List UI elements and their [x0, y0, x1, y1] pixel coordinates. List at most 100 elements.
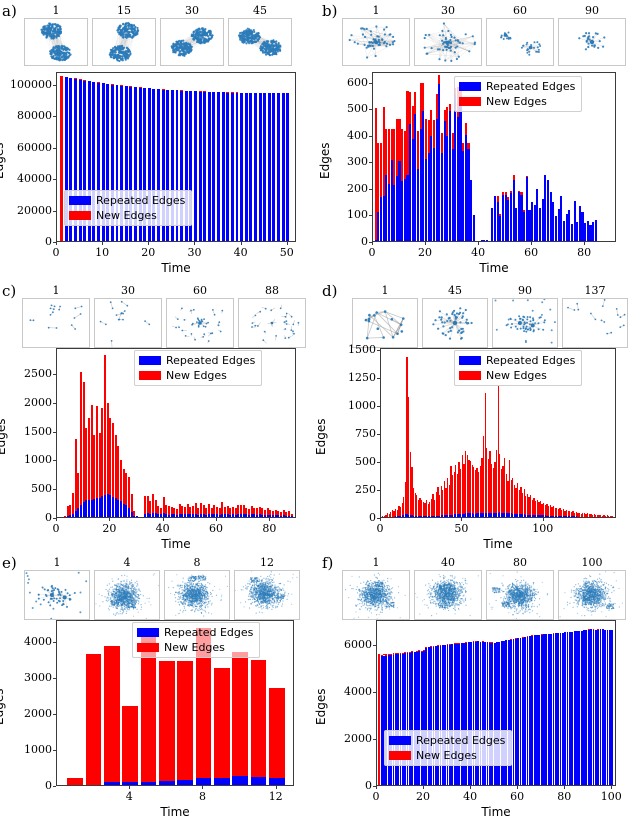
legend-item-repeated-edges: Repeated Edges: [69, 194, 185, 207]
y-axis-tickmark: [53, 678, 56, 679]
legend-item-new-edges: New Edges: [459, 369, 575, 382]
y-axis-tick-label: 1500: [8, 425, 52, 438]
x-axis-tickmark: [470, 786, 471, 789]
legend-label: New Edges: [486, 369, 547, 382]
x-axis-tickmark: [56, 242, 57, 245]
x-axis-tick-label: 0: [352, 246, 392, 259]
y-axis-tick-label: 250: [328, 483, 376, 496]
y-axis-title: Edges: [0, 419, 8, 455]
y-axis-tick-label: 0: [6, 779, 52, 792]
y-axis-title: Edges: [314, 419, 328, 455]
bar: [249, 93, 252, 241]
bar-segment-new-edges: [438, 75, 440, 84]
bar-segment-new-edges: [122, 706, 138, 783]
legend-item-new-edges: New Edges: [69, 209, 185, 222]
y-axis-tick-label: 1250: [328, 371, 376, 384]
bar-segment-repeated-edges: [196, 778, 212, 785]
panel-d: d)145901370250500750100012501500050100Ti…: [320, 280, 640, 552]
x-axis-tickmark: [461, 518, 462, 521]
bar: [268, 93, 271, 241]
bar-segment-new-edges: [422, 83, 424, 111]
y-axis-tick-label: 300: [332, 155, 368, 168]
x-axis-tick-label: 40: [143, 522, 183, 535]
bar: [203, 91, 206, 241]
chart-d: 0250500750100012501500050100TimeEdgesRep…: [320, 280, 640, 552]
bar: [245, 93, 248, 241]
y-axis-tick-label: 2000: [6, 707, 52, 720]
x-axis-tickmark: [202, 786, 203, 789]
legend-label: Repeated Edges: [486, 354, 575, 367]
bar-segment-repeated-edges: [203, 92, 206, 241]
x-axis-tickmark: [372, 242, 373, 245]
y-axis-tickmark: [377, 350, 380, 351]
bar: [199, 91, 202, 241]
bar: [263, 93, 266, 241]
chart-b: 0100200300400500600020406080TimeEdgesRep…: [320, 0, 640, 272]
bar-segment-repeated-edges: [122, 782, 138, 785]
bar-segment-new-edges: [60, 76, 63, 241]
bar-segment-new-edges: [467, 143, 469, 150]
bar: [611, 516, 612, 517]
bar-segment-new-edges: [214, 668, 230, 778]
bar-segment-repeated-edges: [259, 93, 262, 241]
legend-item-new-edges: New Edges: [459, 95, 575, 108]
bar-segment-repeated-edges: [240, 93, 243, 241]
y-axis-tickmark: [53, 642, 56, 643]
chart-f: 0200040006000020406080100TimeEdgesRepeat…: [320, 552, 640, 824]
panel-a: a)11530450200004000060000800001000000102…: [0, 0, 320, 272]
bar-segment-repeated-edges: [236, 93, 239, 241]
legend-item-new-edges: New Edges: [139, 369, 255, 382]
x-axis-tickmark: [109, 518, 110, 521]
x-axis-tick-label: 50: [441, 522, 481, 535]
bar-segment-repeated-edges: [282, 93, 285, 241]
legend-color-swatch-new: [69, 211, 91, 220]
bar-segment-repeated-edges: [159, 781, 175, 785]
x-axis-tick-label: 0: [360, 522, 400, 535]
legend-color-swatch-repeated: [459, 356, 481, 365]
bar: [254, 93, 257, 241]
bar-segment-repeated-edges: [217, 92, 220, 241]
x-axis-tickmark: [376, 786, 377, 789]
y-axis-tick-label: 20000: [6, 204, 52, 217]
x-axis-tick-label: 60: [497, 790, 537, 803]
bar-segment-repeated-edges: [245, 93, 248, 241]
x-axis-tickmark: [425, 242, 426, 245]
chart-legend: Repeated Edges New Edges: [132, 622, 260, 658]
x-axis-tick-label: 60: [196, 522, 236, 535]
x-axis-tick-label: 12: [256, 790, 296, 803]
bar-segment-repeated-edges: [194, 91, 197, 241]
x-axis-title: Time: [376, 805, 616, 819]
x-axis-title: Time: [56, 805, 294, 819]
y-axis-title: Edges: [318, 143, 332, 179]
bar: [222, 92, 225, 241]
bar-segment-new-edges: [269, 688, 285, 777]
y-axis-tickmark: [53, 374, 56, 375]
x-axis-tickmark: [216, 518, 217, 521]
x-axis-tickmark: [531, 242, 532, 245]
legend-item-repeated-edges: Repeated Edges: [459, 80, 575, 93]
bar: [486, 240, 488, 241]
y-axis-tick-label: 2500: [8, 367, 52, 380]
bar-segment-repeated-edges: [208, 92, 211, 241]
bar-segment-new-edges: [497, 196, 499, 203]
x-axis-tickmark: [163, 518, 164, 521]
legend-color-swatch-new: [389, 751, 411, 760]
bar-segment-repeated-edges: [291, 516, 293, 517]
bar-segment-new-edges: [86, 654, 102, 785]
bar: [214, 668, 230, 785]
figure-root: a)11530450200004000060000800001000000102…: [0, 0, 640, 815]
x-axis-tick-label: 20: [405, 246, 445, 259]
legend-label: Repeated Edges: [164, 626, 253, 639]
bar-segment-repeated-edges: [486, 240, 488, 241]
y-axis-tickmark: [377, 462, 380, 463]
y-axis-tickmark: [373, 692, 376, 693]
bar-segment-repeated-edges: [272, 93, 275, 241]
y-axis-tick-label: 400: [332, 129, 368, 142]
bar: [269, 688, 285, 785]
y-axis-title: Edges: [0, 689, 6, 725]
x-axis-tick-label: 30: [174, 246, 214, 259]
x-axis-tickmark: [543, 518, 544, 521]
y-axis-tickmark: [373, 645, 376, 646]
legend-item-new-edges: New Edges: [137, 641, 253, 654]
y-axis-tickmark: [53, 116, 56, 117]
